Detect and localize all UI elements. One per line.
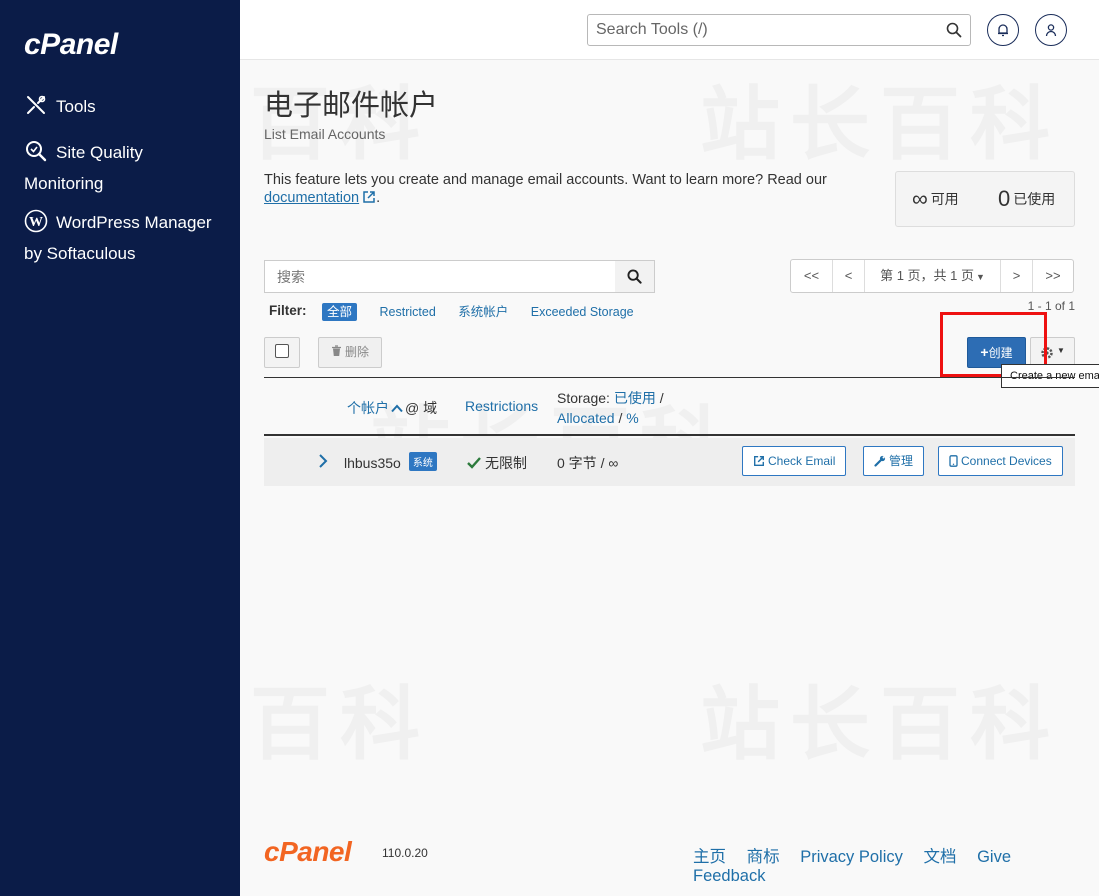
pagination: << < 第 1 页，共 1 页 ▼ > >> [790,259,1074,293]
footer-link-docs[interactable]: 文档 [923,848,956,866]
storage-sep: / [618,410,623,426]
filter-label: Filter: [269,303,307,318]
storage-prefix: Storage: [557,390,610,406]
check-email-button[interactable]: Check Email [742,446,847,476]
account-search-input[interactable] [265,261,616,292]
delete-button-label: 删除 [345,345,370,359]
account-cell: lhbus35o 系统 [344,452,437,471]
delete-button[interactable]: 删除 [318,337,382,368]
wordpress-icon: W [24,209,48,233]
user-icon [1045,24,1057,37]
search-icon [627,269,642,284]
storage-allocated-sort[interactable]: Allocated [557,410,615,426]
account-search [264,260,655,293]
restriction-value: 无限制 [485,455,527,471]
top-header [240,0,1099,60]
footer-link-privacy[interactable]: Privacy Policy [800,848,903,866]
table-row: lhbus35o 系统 无限制 0 字节 / ∞ Check Email 管理 C… [264,438,1075,486]
external-link-icon [363,191,375,203]
storage-used-sort[interactable]: 已使用 [614,390,656,406]
documentation-link[interactable]: documentation [264,190,376,206]
footer-link-home[interactable]: 主页 [693,848,726,866]
stat-used-label: 已使用 [1013,191,1056,207]
column-account[interactable]: 个帐户 @ 域 [347,398,437,418]
documentation-link-label: documentation [264,190,360,206]
mobile-phone-icon [949,455,958,467]
wrench-icon [874,455,886,467]
checkbox-box [275,344,289,358]
system-tag: 系统 [408,452,437,471]
search-tools-input[interactable] [588,15,928,45]
footer-version: 110.0.20 [382,846,428,860]
sidebar-item-wordpress[interactable]: W WordPress Manager by Softaculous [24,207,224,269]
magnifier-check-icon [26,141,47,162]
notifications-button[interactable] [987,14,1019,46]
stat-available-label: 可用 [930,191,959,207]
select-all-checkbox[interactable] [264,337,300,368]
sort-up-icon [391,404,403,413]
manage-label: 管理 [889,454,914,468]
manage-button[interactable]: 管理 [863,446,925,476]
account-search-button[interactable] [615,261,654,292]
footer-link-trademarks[interactable]: 商标 [747,848,780,866]
storage-cell: 0 字节 / ∞ [557,455,619,471]
account-stats: ∞ 可用 0 已使用 [895,171,1075,227]
search-icon[interactable] [946,22,962,38]
table-header: 个帐户 @ 域 Restrictions Storage: 已使用 / Alloc… [264,377,1075,436]
cpanel-logo[interactable]: cPanel [24,28,118,62]
watermark: 站长百科 [700,660,1060,776]
stat-used: 0 已使用 [998,186,1055,212]
tools-icon [27,95,46,114]
page-select[interactable]: 第 1 页，共 1 页 ▼ [865,260,1001,292]
sidebar-item-site-quality[interactable]: Site Quality Monitoring [24,137,224,199]
intro-end: . [376,190,381,206]
restriction-cell: 无限制 [467,453,527,473]
search-tools-box[interactable] [587,14,971,46]
sidebar: cPanel Tools Site Quality Monitoring W W… [0,0,240,896]
page-select-label: 第 1 页，共 1 页 [880,268,974,283]
last-page-button[interactable]: >> [1033,260,1073,292]
storage-percent-sort[interactable]: % [626,410,638,426]
filter-system-accounts[interactable]: 系统帐户 [458,305,508,319]
column-account-label: 个帐户 [347,400,389,416]
footer-links: 主页 商标 Privacy Policy 文档 Give Feedback [693,843,1099,886]
external-link-icon [754,456,764,466]
intro-body: This feature lets you create and manage … [264,172,827,188]
filter-restricted[interactable]: Restricted [380,305,436,319]
stat-used-value: 0 [998,186,1011,211]
next-page-button[interactable]: > [1001,260,1033,292]
first-page-button[interactable]: << [791,260,833,292]
filter-bar: Filter: 全部 Restricted 系统帐户 Exceeded Stor… [269,301,653,321]
filter-exceeded-storage[interactable]: Exceeded Storage [531,305,634,319]
caret-down-icon: ▼ [1057,346,1065,355]
footer-cpanel-logo[interactable]: cPanel [264,836,352,868]
caret-down-icon: ▼ [976,272,985,282]
column-restrictions[interactable]: Restrictions [465,398,538,414]
account-name: lhbus35o [344,455,401,471]
column-storage[interactable]: Storage: 已使用 / Allocated / % [557,388,664,428]
stat-available: ∞ 可用 [912,186,959,212]
stat-available-value: ∞ [912,186,928,211]
page-subtitle: List Email Accounts [264,126,386,142]
check-icon [467,457,481,469]
sidebar-item-label: Tools [56,97,96,116]
trash-icon [332,345,341,356]
svg-text:W: W [29,215,43,230]
user-menu-button[interactable] [1035,14,1067,46]
check-email-label: Check Email [768,454,836,468]
filter-all[interactable]: 全部 [322,303,358,321]
connect-devices-label: Connect Devices [961,454,1052,468]
prev-page-button[interactable]: < [833,260,865,292]
intro-text: This feature lets you create and manage … [264,171,864,207]
watermark: 站长百科 [700,60,1060,176]
sidebar-item-label: WordPress Manager by Softaculous [24,213,212,263]
page-title: 电子邮件帐户 [264,90,439,122]
connect-devices-button[interactable]: Connect Devices [938,446,1063,476]
sidebar-item-tools[interactable]: Tools [24,91,224,122]
bell-icon [998,24,1008,37]
column-at: @ 域 [405,400,438,416]
chevron-right-icon[interactable] [318,454,328,468]
result-count: 1 - 1 of 1 [1027,299,1075,313]
storage-sep: / [659,390,664,406]
